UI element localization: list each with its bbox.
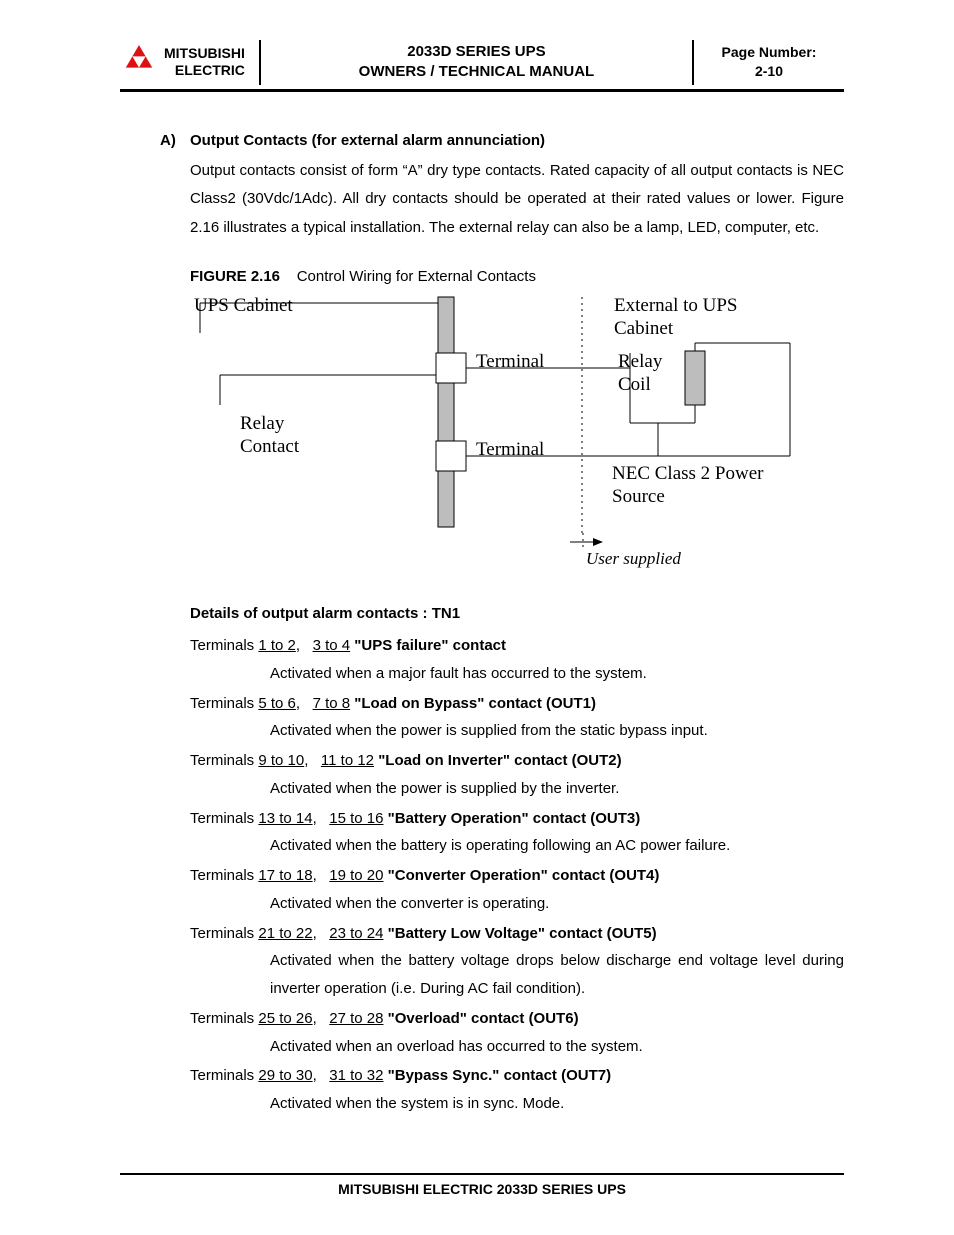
page-label: Page Number:	[694, 43, 844, 62]
terminal-prefix: Terminals	[190, 637, 258, 654]
brand-cell: MITSUBISHI ELECTRIC	[120, 40, 261, 85]
label-ups-cabinet: UPS Cabinet	[194, 295, 293, 317]
brand-line1: MITSUBISHI	[164, 45, 245, 62]
terminal-name: "Converter Operation" contact (OUT4)	[388, 867, 660, 884]
terminal-desc: Activated when the battery is operating …	[270, 832, 844, 860]
terminal-row: Terminals 1 to 2, 3 to 4 "UPS failure" c…	[190, 632, 844, 660]
terminal-name: "Load on Bypass" contact (OUT1)	[354, 695, 596, 712]
brand-line2: ELECTRIC	[164, 62, 245, 79]
label-terminal-2: Terminal	[476, 439, 544, 461]
terminal-desc: Activated when the battery voltage drops…	[270, 947, 844, 1003]
terminal-desc: Activated when the system is in sync. Mo…	[270, 1090, 844, 1118]
terminals-list: Terminals 1 to 2, 3 to 4 "UPS failure" c…	[120, 632, 844, 1118]
section-title: Output Contacts (for external alarm annu…	[190, 132, 545, 149]
figure-label: FIGURE 2.16	[190, 268, 280, 285]
terminal-prefix: Terminals	[190, 810, 258, 827]
terminal-range-1: 1 to 2	[258, 637, 296, 654]
terminal-name: "Load on Inverter" contact (OUT2)	[378, 752, 621, 769]
page-number-cell: Page Number: 2-10	[694, 40, 844, 85]
terminal-row: Terminals 25 to 26, 27 to 28 "Overload" …	[190, 1005, 844, 1033]
terminal-row: Terminals 17 to 18, 19 to 20 "Converter …	[190, 862, 844, 890]
terminal-desc: Activated when an overload has occurred …	[270, 1033, 844, 1061]
terminal-desc: Activated when the power is supplied by …	[270, 775, 844, 803]
page: MITSUBISHI ELECTRIC 2033D SERIES UPS OWN…	[0, 0, 954, 1235]
terminal-prefix: Terminals	[190, 925, 258, 942]
section-heading: A) Output Contacts (for external alarm a…	[160, 132, 844, 149]
terminal-prefix: Terminals	[190, 695, 258, 712]
page-footer: MITSUBISHI ELECTRIC 2033D SERIES UPS	[120, 1173, 844, 1197]
section-body: Output contacts consist of form “A” dry …	[190, 157, 844, 243]
terminal-range-2: 15 to 16	[329, 810, 383, 827]
terminal-desc: Activated when a major fault has occurre…	[270, 660, 844, 688]
label-user-supplied: User supplied	[586, 549, 681, 569]
terminal-range-2: 11 to 12	[321, 752, 374, 769]
terminal-range-1: 9 to 10	[258, 752, 304, 769]
terminal-range-1: 21 to 22	[258, 925, 312, 942]
label-terminal-1: Terminal	[476, 351, 544, 373]
terminal-name: "Bypass Sync." contact (OUT7)	[388, 1067, 611, 1084]
terminal-range-1: 13 to 14	[258, 810, 312, 827]
terminal-name: "Battery Operation" contact (OUT3)	[388, 810, 641, 827]
details-heading: Details of output alarm contacts : TN1	[190, 605, 844, 622]
terminal-name: "UPS failure" contact	[354, 637, 506, 654]
section-marker: A)	[160, 132, 190, 149]
terminal-row: Terminals 29 to 30, 31 to 32 "Bypass Syn…	[190, 1062, 844, 1090]
label-relay-contact: Relay Contact	[240, 413, 330, 459]
terminal-prefix: Terminals	[190, 1010, 258, 1027]
title-cell: 2033D SERIES UPS OWNERS / TECHNICAL MANU…	[261, 40, 694, 85]
terminal-row: Terminals 9 to 10, 11 to 12 "Load on Inv…	[190, 747, 844, 775]
terminal-range-1: 29 to 30	[258, 1067, 312, 1084]
figure-title: FIGURE 2.16 Control Wiring for External …	[190, 268, 844, 285]
label-relay-coil: Relay Coil	[618, 351, 678, 397]
terminal-name: "Overload" contact (OUT6)	[388, 1010, 579, 1027]
terminal-row: Terminals 5 to 6, 7 to 8 "Load on Bypass…	[190, 690, 844, 718]
terminal-range-1: 25 to 26	[258, 1010, 312, 1027]
mitsubishi-logo-icon	[120, 45, 158, 79]
figure-diagram: UPS Cabinet External to UPS Cabinet Term…	[190, 293, 810, 583]
label-nec: NEC Class 2 Power Source	[612, 463, 792, 509]
brand-text: MITSUBISHI ELECTRIC	[164, 45, 245, 79]
terminal-range-1: 5 to 6	[258, 695, 296, 712]
terminal-range-2: 31 to 32	[329, 1067, 383, 1084]
terminal-range-2: 19 to 20	[329, 867, 383, 884]
terminal-range-1: 17 to 18	[258, 867, 312, 884]
title-line2: OWNERS / TECHNICAL MANUAL	[269, 62, 684, 82]
label-external: External to UPS Cabinet	[614, 295, 794, 341]
figure-caption: Control Wiring for External Contacts	[297, 268, 536, 285]
terminal-range-2: 3 to 4	[313, 637, 351, 654]
terminal-row: Terminals 13 to 14, 15 to 16 "Battery Op…	[190, 805, 844, 833]
terminal-range-2: 23 to 24	[329, 925, 383, 942]
page-header: MITSUBISHI ELECTRIC 2033D SERIES UPS OWN…	[120, 40, 844, 92]
page-number: 2-10	[694, 62, 844, 81]
title-line1: 2033D SERIES UPS	[269, 42, 684, 62]
terminal-prefix: Terminals	[190, 1067, 258, 1084]
terminal-row: Terminals 21 to 22, 23 to 24 "Battery Lo…	[190, 920, 844, 948]
terminal-name: "Battery Low Voltage" contact (OUT5)	[388, 925, 657, 942]
terminal-desc: Activated when the converter is operatin…	[270, 890, 844, 918]
terminal-prefix: Terminals	[190, 752, 258, 769]
terminal-desc: Activated when the power is supplied fro…	[270, 717, 844, 745]
terminal-range-2: 7 to 8	[313, 695, 351, 712]
terminal-range-2: 27 to 28	[329, 1010, 383, 1027]
terminal-prefix: Terminals	[190, 867, 258, 884]
